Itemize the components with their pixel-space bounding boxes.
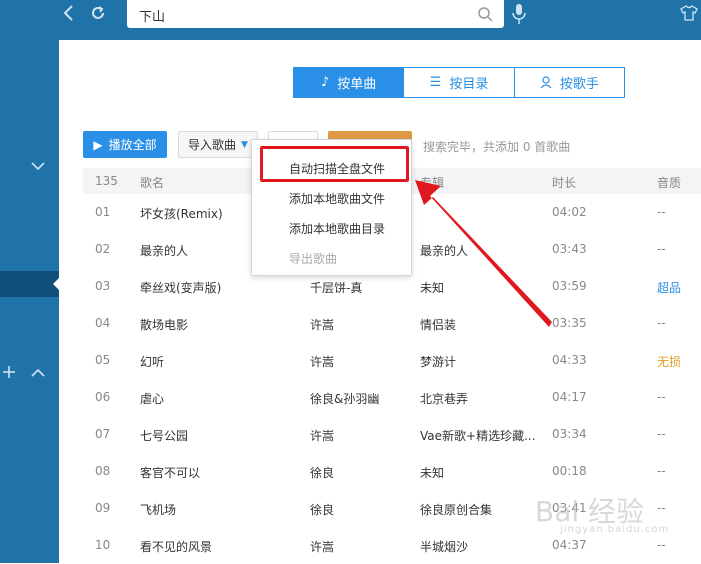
annotation-arrow: [415, 180, 552, 327]
